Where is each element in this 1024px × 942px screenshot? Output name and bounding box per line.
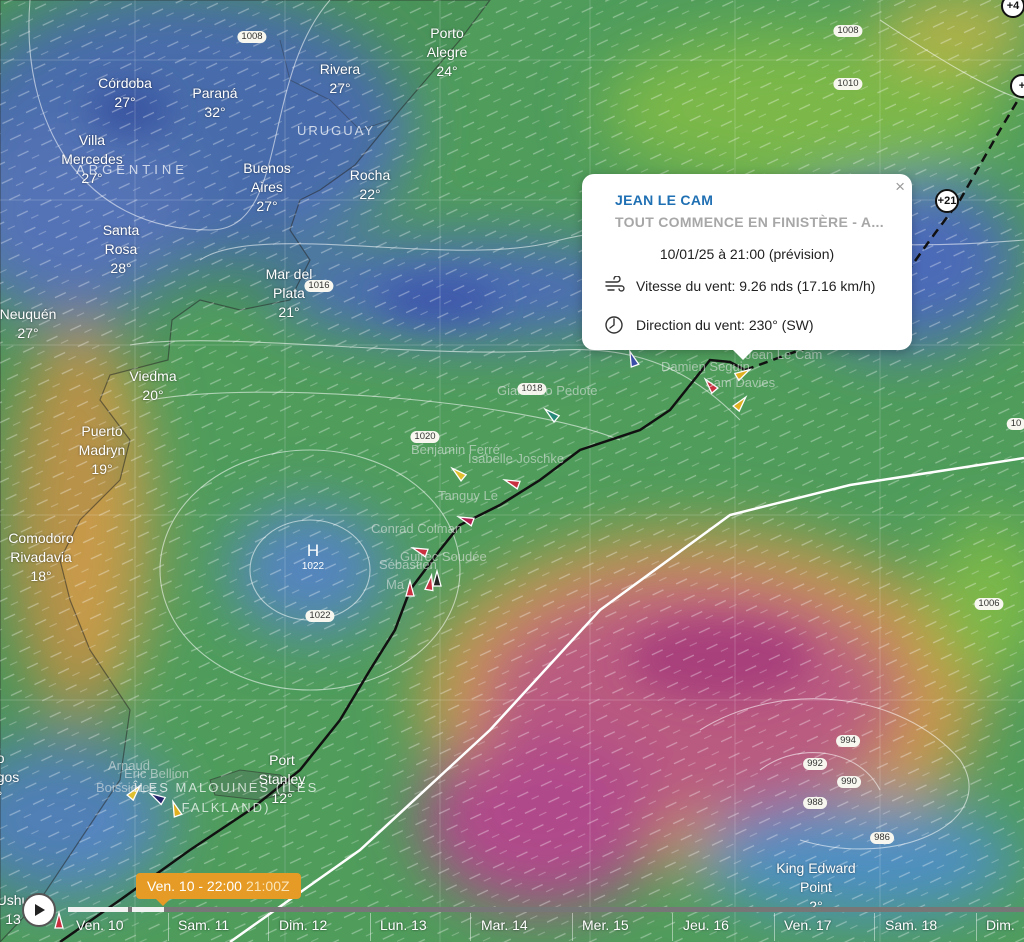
city-santa-rosa: Santa Rosa 28° — [102, 222, 140, 276]
timeline-tick — [874, 913, 875, 941]
skipper-label[interactable]: Sam Davies — [705, 375, 775, 390]
city-viedma: Viedma 20° — [129, 368, 177, 403]
timeline-day[interactable]: Sam. 11 — [178, 917, 229, 933]
current-time: Ven. 10 - 22:00 — [147, 878, 242, 894]
skipper-label[interactable]: Damien Seguin — [661, 359, 750, 374]
timeline-track[interactable] — [68, 907, 1024, 912]
timeline-day[interactable]: Lun. 13 — [380, 917, 427, 933]
isobar-label: 1022 — [305, 610, 335, 622]
city-buenos-aires: Buenos Aires 27° — [243, 160, 291, 214]
isobar-label: 1006 — [974, 598, 1004, 610]
skipper-label[interactable]: Giancarlo Pedote — [497, 383, 597, 398]
isobar-label: 990 — [837, 776, 861, 788]
wind-direction-text: Direction du vent: 230° (SW) — [636, 317, 814, 333]
timeline-tick — [976, 913, 977, 941]
wind-direction-row: Direction du vent: 230° (SW) — [604, 315, 886, 340]
timeline-progress-forecast — [132, 907, 164, 912]
skipper-label[interactable]: Sébastien — [379, 557, 437, 572]
skipper-label[interactable]: Éric Bellion — [124, 766, 189, 781]
isobar-label: 1010 — [833, 78, 863, 90]
forecast-time-marker[interactable]: +21 — [935, 189, 959, 213]
wind-speed-text: Vitesse du vent: 9.26 nds (17.16 km/h) — [636, 278, 876, 294]
team-name: TOUT COMMENCE EN FINISTÈRE - A... — [615, 214, 884, 230]
timeline-day[interactable]: Dim. — [986, 917, 1015, 933]
skipper-label[interactable]: Conrad Colman — [371, 521, 462, 536]
city-comodoro-rivadavia: Comodoro Rivadavia 18° — [8, 530, 74, 584]
region-uruguay: URUGUAY — [296, 123, 376, 138]
compass-icon — [604, 315, 636, 340]
timeline-day[interactable]: Jeu. 16 — [683, 917, 729, 933]
region-argentine: ARGENTINE — [76, 162, 188, 177]
high-pressure-center: H 1022 — [302, 541, 324, 572]
skipper-label[interactable]: Tanguy Le — [438, 488, 498, 503]
timeline-tick — [168, 913, 169, 941]
close-icon[interactable]: × — [895, 177, 905, 197]
isobar-label: 992 — [803, 758, 827, 770]
forecast-datetime: 10/01/25 à 21:00 (prévision) — [659, 246, 835, 262]
city-villa-mercedes: Villa Mercedes 27° — [61, 132, 123, 186]
timeline-tick — [572, 913, 573, 941]
play-icon — [35, 904, 45, 916]
isobar-label: 994 — [836, 735, 860, 747]
boat-info-popup: × JEAN LE CAM TOUT COMMENCE EN FINISTÈRE… — [582, 174, 912, 360]
isobar-label: 1016 — [304, 280, 334, 292]
isobar-label: 1008 — [833, 25, 863, 37]
region-falkland: ÎLES MALOUINES (ÎLES FALKLAND) — [133, 780, 319, 815]
timeline-day[interactable]: Dim. 12 — [279, 917, 327, 933]
city-puerto-madryn: Puerto Madryn 19° — [78, 423, 126, 477]
timeline-tick — [672, 913, 673, 941]
city-rocha: Rocha 22° — [349, 167, 391, 202]
skipper-label[interactable]: Ma — [386, 577, 404, 592]
isobar-label: 10 — [1006, 418, 1024, 430]
timeline-progress — [68, 907, 128, 912]
timeline-day[interactable]: Ven. 17 — [784, 917, 832, 933]
utc-time: 21:00Z — [245, 878, 290, 894]
timeline-day[interactable]: Ven. 10 — [76, 917, 124, 933]
timeline-tick — [268, 913, 269, 941]
wind-icon — [604, 275, 636, 301]
timeline-tick — [774, 913, 775, 941]
current-time-badge: Ven. 10 - 22:00 21:00Z — [136, 873, 301, 906]
timeline-tick — [370, 913, 371, 941]
skipper-name: JEAN LE CAM — [615, 192, 714, 208]
wind-speed-row: Vitesse du vent: 9.26 nds (17.16 km/h) — [604, 275, 886, 301]
city-mar-del-plata: Mar del Plata 21° — [265, 266, 313, 320]
city-parana: Paraná 32° — [192, 85, 238, 120]
timeline-tick — [470, 913, 471, 941]
timeline-scrubber[interactable]: Ven. 10 Sam. 11 Dim. 12 Lun. 13 Mar. 14 … — [0, 907, 1024, 942]
city-porto-alegre: Porto Alegre 24° — [426, 25, 468, 79]
timeline-day[interactable]: Mer. 15 — [582, 917, 629, 933]
play-button[interactable] — [22, 893, 56, 927]
timeline-day[interactable]: Mar. 14 — [481, 917, 528, 933]
skipper-label[interactable]: Isabelle Joschke — [468, 451, 564, 466]
pressure-label: H — [306, 541, 320, 560]
isobar-label: 988 — [803, 797, 827, 809]
city-partial-left: o gos ° — [0, 750, 20, 804]
pressure-value: 1022 — [301, 561, 325, 572]
isobar-label: 1008 — [237, 31, 267, 43]
timeline-day[interactable]: Sam. 18 — [885, 917, 937, 933]
city-cordoba: Córdoba 27° — [98, 75, 152, 110]
forecast-time-marker[interactable]: +4 — [1001, 0, 1024, 18]
city-neuquen: Neuquén 27° — [0, 306, 57, 341]
city-rivera: Rivera 27° — [319, 61, 361, 96]
isobar-label: 986 — [870, 832, 894, 844]
skipper-label[interactable]: Boissières — [96, 780, 156, 795]
